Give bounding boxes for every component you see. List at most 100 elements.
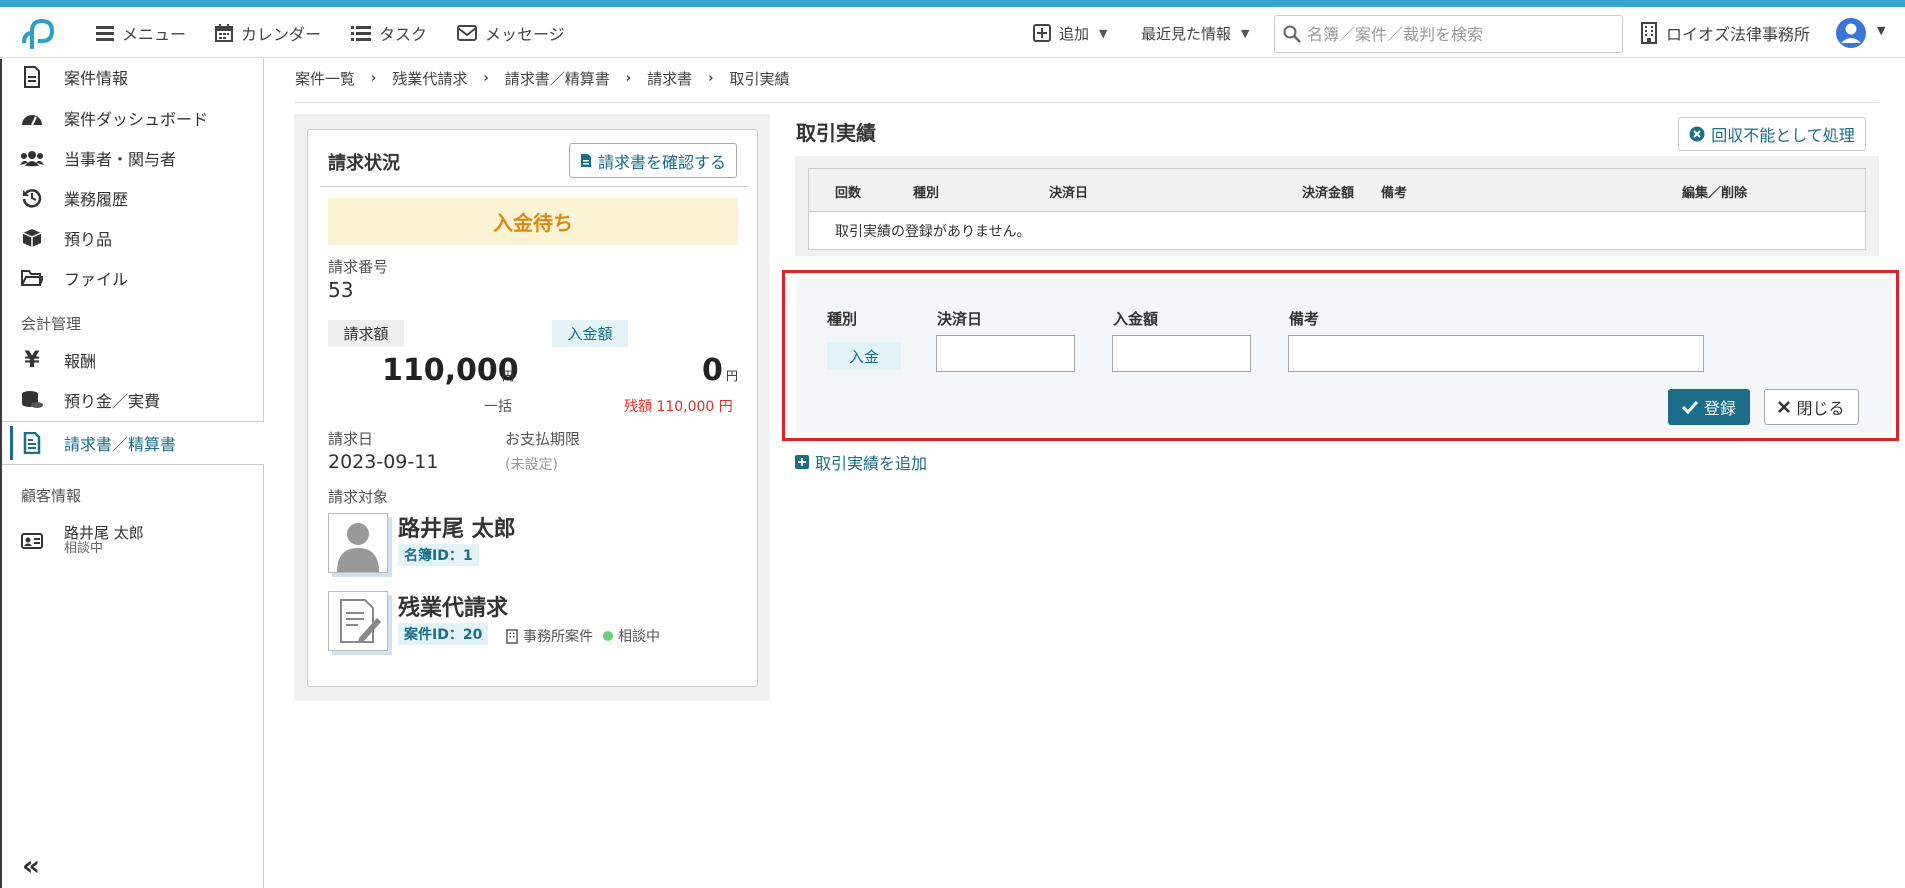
- plus-square-icon: [795, 455, 809, 469]
- office-name: ロイオズ法律事務所: [1666, 25, 1811, 44]
- deposit-amount-input[interactable]: [1112, 335, 1251, 372]
- person-avatar[interactable]: [328, 513, 388, 573]
- note-input[interactable]: [1288, 335, 1704, 372]
- highlighted-transaction-form: 種別 入金 決済日 入金額 備考 登録 閉じる: [782, 270, 1899, 441]
- sidebar-item-case-info[interactable]: 案件情報: [20, 64, 128, 90]
- case-id-badge: 案件ID：20: [398, 623, 489, 645]
- nav-messages-label: メッセージ: [485, 25, 565, 44]
- case-name[interactable]: 残業代請求: [398, 590, 508, 622]
- invoice-date: 2023-09-11: [328, 451, 439, 473]
- breadcrumb-current: 取引実績: [729, 70, 790, 88]
- sidebar-item-files[interactable]: ファイル: [20, 265, 128, 291]
- sidebar-item-deposits[interactable]: 預り品: [20, 225, 112, 251]
- search-icon: [1283, 25, 1301, 43]
- building-icon: [506, 628, 518, 644]
- app-logo-icon[interactable]: [18, 13, 60, 53]
- folder-icon: [21, 270, 43, 286]
- status-dot-icon: [603, 631, 613, 641]
- breadcrumb-item[interactable]: 残業代請求: [392, 68, 467, 89]
- sidebar-client[interactable]: 路井尾 太郎 相談中: [20, 524, 144, 558]
- settlement-date-input[interactable]: [936, 335, 1075, 372]
- office-switcher[interactable]: ロイオズ法律事務所: [1640, 21, 1810, 45]
- add-transaction-link[interactable]: 取引実績を追加: [795, 450, 927, 474]
- transaction-form: 種別 入金 決済日 入金額 備考 登録 閉じる: [796, 278, 1891, 433]
- case-thumbnail[interactable]: [328, 591, 388, 651]
- close-button[interactable]: 閉じる: [1764, 389, 1859, 425]
- breadcrumb-item[interactable]: 請求書: [647, 68, 692, 89]
- person-id-badge: 名簿ID：1: [398, 544, 479, 566]
- hamburger-icon: [96, 26, 114, 41]
- chevron-right-icon: ›: [625, 71, 632, 86]
- document-icon: [24, 66, 40, 88]
- nav-add-label: 追加: [1059, 24, 1090, 43]
- building-icon: [1641, 22, 1657, 44]
- mark-uncollectible-button[interactable]: 回収不能として処理: [1678, 117, 1866, 151]
- confirm-invoice-button[interactable]: 請求書を確認する: [569, 143, 737, 178]
- save-label: 登録: [1703, 399, 1736, 418]
- invoice-number: 53: [328, 278, 354, 302]
- settlement-date-label: 決済日: [937, 310, 983, 328]
- nav-recent-label: 最近見た情報: [1141, 24, 1232, 43]
- billed-amount: 110,000: [382, 353, 519, 388]
- paid-amount-label: 入金額: [552, 320, 628, 347]
- column-header: 決済金額: [1302, 186, 1355, 201]
- type-label: 種別: [827, 310, 858, 328]
- sidebar: 案件情報 案件ダッシュボード 当事者・関与者 業務履歴 預り品 ファイル 会計管…: [0, 59, 264, 888]
- nav-menu[interactable]: メニュー: [96, 21, 186, 45]
- sidebar-item-label: 請求書／精算書: [64, 435, 177, 454]
- nav-menu-label: メニュー: [122, 25, 187, 44]
- invoice-status-card: 請求状況 請求書を確認する 入金待ち 請求番号 53 請求額 入金額 110,0…: [307, 129, 758, 687]
- chevron-right-icon: ›: [371, 71, 377, 86]
- confirm-invoice-label: 請求書を確認する: [597, 152, 726, 172]
- collapse-sidebar-icon[interactable]: «: [22, 849, 40, 882]
- billed-note: 一括: [484, 399, 512, 415]
- close-label: 閉じる: [1796, 399, 1845, 418]
- table-header: 回数 種別 決済日 決済金額 備考 編集／削除: [809, 169, 1865, 212]
- sidebar-item-dashboard[interactable]: 案件ダッシュボード: [20, 105, 208, 131]
- sidebar-item-deposit-expenses[interactable]: 預り金／実費: [20, 387, 160, 413]
- invoice-icon: [23, 432, 41, 454]
- column-header: 備考: [1381, 186, 1408, 201]
- user-avatar-icon[interactable]: [1835, 17, 1867, 49]
- type-value-badge: 入金: [827, 342, 901, 370]
- nav-add[interactable]: 追加 ▼: [1033, 21, 1107, 45]
- sidebar-item-parties[interactable]: 当事者・関与者: [20, 145, 176, 171]
- coins-icon: [22, 391, 43, 408]
- nav-recent[interactable]: 最近見た情報 ▼: [1141, 21, 1249, 45]
- chevron-down-icon[interactable]: ▼: [1877, 24, 1885, 37]
- breadcrumb-item[interactable]: 請求書／精算書: [505, 68, 610, 89]
- transactions-title: 取引実績: [796, 121, 876, 145]
- invoice-date-label: 請求日: [328, 430, 374, 448]
- plus-square-icon: [1033, 24, 1051, 42]
- nav-messages[interactable]: メッセージ: [457, 21, 565, 45]
- sidebar-item-fees[interactable]: ¥ 報酬: [20, 347, 96, 373]
- add-transaction-label: 取引実績を追加: [815, 454, 928, 473]
- sidebar-item-invoices[interactable]: 請求書／精算書: [20, 430, 176, 456]
- yen-icon: ¥: [24, 347, 40, 373]
- history-icon: [22, 189, 42, 208]
- breadcrumb: 案件一覧 › 残業代請求 › 請求書／精算書 › 請求書 › 取引実績: [295, 68, 790, 89]
- dashboard-icon: [22, 115, 42, 126]
- sidebar-item-history[interactable]: 業務履歴: [20, 185, 128, 211]
- transactions-table: 回数 種別 決済日 決済金額 備考 編集／削除 取引実績の登録がありません。: [808, 168, 1866, 250]
- task-list-icon: [351, 26, 371, 41]
- close-icon: [1778, 401, 1791, 413]
- document-edit-icon: [340, 599, 381, 643]
- person-name[interactable]: 路井尾 太郎: [398, 511, 516, 543]
- chevron-right-icon: ›: [483, 71, 489, 86]
- envelope-icon: [457, 25, 477, 41]
- card-title: 請求状況: [328, 153, 400, 174]
- breadcrumb-item[interactable]: 案件一覧: [295, 68, 355, 89]
- search-input[interactable]: [1307, 24, 1607, 44]
- document-icon: [580, 154, 591, 167]
- column-header: 決済日: [1049, 186, 1089, 201]
- save-button[interactable]: 登録: [1668, 389, 1750, 425]
- note-label: 備考: [1289, 310, 1320, 328]
- nav-calendar[interactable]: カレンダー: [215, 21, 321, 45]
- global-search[interactable]: [1274, 15, 1623, 53]
- nav-tasks[interactable]: タスク: [351, 21, 427, 45]
- person-silhouette-icon: [337, 523, 379, 572]
- deposit-amount-label: 入金額: [1113, 310, 1159, 328]
- sidebar-item-label: 当事者・関与者: [64, 150, 177, 169]
- invoice-status-panel: 請求状況 請求書を確認する 入金待ち 請求番号 53 請求額 入金額 110,0…: [294, 114, 770, 701]
